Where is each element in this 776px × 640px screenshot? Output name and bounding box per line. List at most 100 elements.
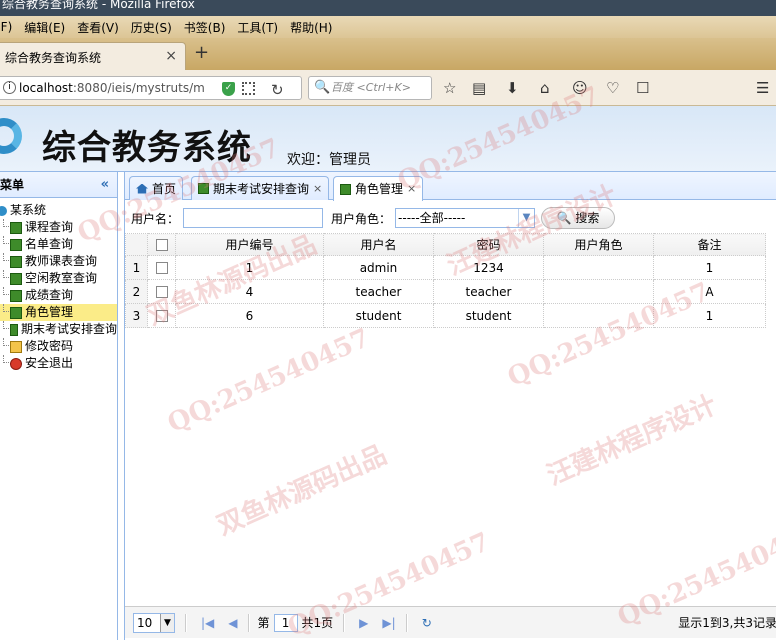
reader-icon[interactable]: ▤	[472, 79, 486, 97]
pager-divider	[343, 613, 346, 632]
next-page-icon[interactable]: ▶	[359, 616, 368, 630]
welcome-text: 欢迎：管理员	[287, 152, 371, 168]
search-icon: 🔍	[556, 211, 572, 225]
close-icon[interactable]: ×	[407, 178, 416, 200]
page-tabs: 首页 期末考试安排查询 × 角色管理 ×	[125, 172, 776, 201]
book-icon	[10, 255, 22, 268]
browser-search-input[interactable]: 🔍 百度 <Ctrl+K>	[308, 76, 432, 100]
username-input[interactable]	[183, 208, 324, 228]
last-page-icon[interactable]: ▶|	[382, 616, 395, 630]
reload-icon[interactable]: ↻	[271, 79, 284, 101]
sidebar-item-free-classroom[interactable]: 空闲教室查询	[0, 270, 117, 287]
url-bar[interactable]: i localhost:8080/ieis/mystruts/m ✓ ↻	[0, 76, 302, 100]
browser-tab-title: 综合教务查询系统	[5, 51, 102, 65]
menu-view[interactable]: 查看(V)	[77, 19, 119, 36]
pager-divider	[185, 613, 187, 632]
extension-icon[interactable]: ☐	[636, 79, 649, 97]
chevron-down-icon[interactable]: ▼	[160, 613, 174, 632]
menu-edit[interactable]: 编辑(E)	[24, 19, 65, 36]
row-checkbox[interactable]	[147, 255, 176, 280]
menu-history[interactable]: 历史(S)	[131, 19, 172, 36]
browser-tab[interactable]: 综合教务查询系统 ×	[0, 42, 186, 70]
column-header-password[interactable]: 密码	[433, 233, 544, 256]
sidebar-item-roster-query[interactable]: 名单查询	[0, 236, 117, 253]
tree-root[interactable]: 某系统	[0, 202, 117, 219]
sidebar-item-label: 修改密码	[25, 339, 74, 353]
close-icon[interactable]: ×	[165, 48, 177, 64]
info-icon[interactable]: i	[3, 81, 16, 94]
tab-exam-schedule[interactable]: 期末考试安排查询 ×	[191, 176, 330, 200]
menu-tools[interactable]: 工具(T)	[237, 19, 278, 36]
record-summary: 显示1到3,共3记录	[678, 616, 776, 630]
bookmark-star-icon[interactable]: ☆	[443, 79, 456, 97]
app-title: 综合教务系统	[42, 128, 252, 168]
column-header-user-id[interactable]: 用户编号	[175, 233, 324, 256]
book-icon	[10, 238, 22, 251]
chevron-down-icon[interactable]: ▼	[518, 209, 534, 227]
cell-role	[543, 303, 654, 328]
sidebar-item-grade-query[interactable]: 成绩查询	[0, 287, 117, 304]
tab-label: 角色管理	[355, 182, 404, 196]
sidebar-item-label: 名单查询	[25, 237, 74, 251]
row-checkbox[interactable]	[147, 303, 176, 328]
table-row[interactable]: 2 4 teacher teacher A	[125, 279, 766, 304]
book-icon	[10, 306, 22, 319]
cell-username: teacher	[323, 279, 434, 304]
pocket-icon[interactable]: ♡	[606, 79, 619, 97]
role-select[interactable]: -----全部----- ▼	[395, 208, 536, 228]
sidebar-title: 菜单	[0, 178, 25, 192]
rownum-header	[125, 233, 148, 256]
close-icon[interactable]: ×	[313, 178, 322, 200]
pagination-bar: 10 ▼ |◀ ◀ 第 1 共1页 ▶ ▶| ↻ 显示1到3,共3记录	[125, 606, 776, 638]
username-label: 用户名：	[131, 211, 180, 226]
sidebar-item-role-management[interactable]: 角色管理	[0, 304, 117, 321]
table-row[interactable]: 1 1 admin 1234 1	[125, 255, 766, 280]
smiley-icon[interactable]: ☺	[572, 79, 588, 97]
url-host: localhost	[19, 81, 73, 95]
sidebar-item-label: 空闲教室查询	[25, 271, 98, 285]
qr-code-icon[interactable]	[242, 82, 255, 95]
sidebar-item-label: 成绩查询	[25, 288, 74, 302]
new-tab-button[interactable]: +	[194, 42, 209, 63]
cell-role	[543, 279, 654, 304]
menu-help[interactable]: 帮助(H)	[290, 19, 332, 36]
table-row[interactable]: 3 6 student student 1	[125, 303, 766, 328]
tab-home[interactable]: 首页	[129, 176, 184, 200]
search-toolbar: 用户名： 用户角色： -----全部----- ▼ 🔍 搜索	[125, 204, 776, 232]
page-number-input[interactable]: 1	[273, 613, 298, 632]
sidebar-item-label: 课程查询	[25, 220, 74, 234]
search-button[interactable]: 🔍 搜索	[541, 207, 616, 229]
tab-role-management[interactable]: 角色管理 ×	[333, 176, 424, 201]
shield-icon[interactable]: ✓	[222, 82, 235, 96]
prev-page-icon[interactable]: ◀	[228, 616, 237, 630]
tab-label: 期末考试安排查询	[213, 181, 310, 196]
pager-divider	[405, 613, 408, 632]
row-number: 2	[125, 279, 148, 304]
row-checkbox[interactable]	[147, 279, 176, 304]
sidebar-item-logout[interactable]: 安全退出	[0, 355, 117, 372]
column-header-role[interactable]: 用户角色	[543, 233, 654, 256]
home-icon[interactable]: ⌂	[540, 79, 550, 97]
menu-file[interactable]: (F)	[0, 20, 12, 34]
page-size-select[interactable]: 10 ▼	[133, 612, 175, 633]
column-header-username[interactable]: 用户名	[323, 233, 434, 256]
refresh-icon[interactable]: ↻	[422, 616, 432, 630]
sidebar-item-change-password[interactable]: 修改密码	[0, 338, 117, 355]
book-icon	[340, 183, 351, 195]
role-select-value: -----全部-----	[398, 211, 466, 225]
book-icon	[198, 183, 209, 194]
menu-hamburger-icon[interactable]: ☰	[756, 79, 769, 97]
collapse-icon[interactable]: «	[101, 172, 109, 198]
column-header-remark[interactable]: 备注	[653, 233, 766, 256]
sidebar-item-teacher-schedule[interactable]: 教师课表查询	[0, 253, 117, 270]
download-icon[interactable]: ⬇	[506, 79, 519, 97]
menu-bookmarks[interactable]: 书签(B)	[184, 19, 226, 36]
url-path: :8080/ieis/mystruts/m	[72, 81, 205, 95]
cell-username: student	[323, 303, 434, 328]
select-all-checkbox[interactable]	[147, 233, 176, 256]
sidebar-item-course-query[interactable]: 课程查询	[0, 219, 117, 236]
lock-icon	[10, 340, 22, 353]
first-page-icon[interactable]: |◀	[201, 616, 214, 630]
sidebar-item-exam-schedule[interactable]: 期末考试安排查询	[0, 321, 117, 338]
sidebar-item-label: 安全退出	[25, 356, 74, 370]
